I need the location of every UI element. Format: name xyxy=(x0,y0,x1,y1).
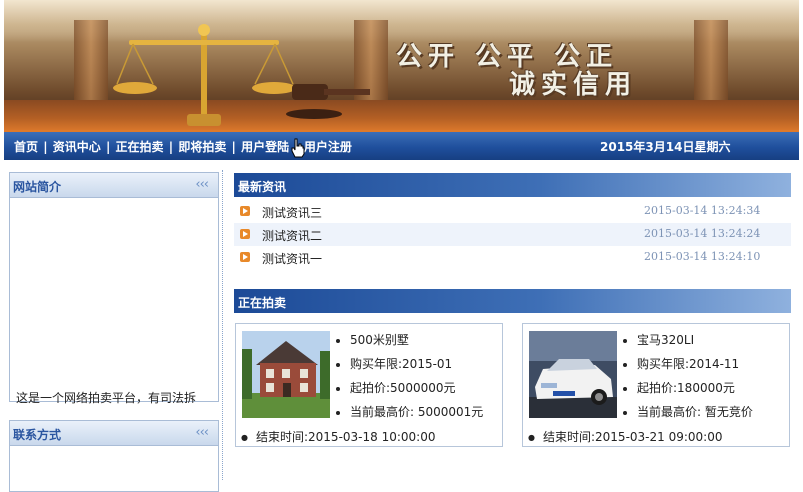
nav-item-news-center[interactable]: 资讯中心 xyxy=(53,140,101,154)
auction-end-time: 结束时间:2015-03-18 10:00:00 xyxy=(241,428,436,445)
news-title[interactable]: 测试资讯三 xyxy=(262,204,322,221)
collapse-arrows-icon[interactable]: ‹‹‹ xyxy=(195,177,209,192)
list-item[interactable]: 测试资讯三 2015-03-14 13:24:34 xyxy=(234,200,791,223)
nav-separator: | xyxy=(231,140,236,154)
nav-item-login[interactable]: 用户登陆 xyxy=(241,140,289,154)
bullet-arrow-icon xyxy=(240,206,250,216)
news-list: 测试资讯三 2015-03-14 13:24:34 测试资讯二 2015-03-… xyxy=(234,200,791,269)
scales-of-justice-icon xyxy=(113,24,296,126)
auction-purchase-years: 购买年限:2015-01 xyxy=(350,352,483,376)
auction-name[interactable]: 宝马320LI xyxy=(637,328,753,352)
list-item[interactable]: 测试资讯一 2015-03-14 13:24:10 xyxy=(234,246,791,269)
auction-card[interactable]: 500米别墅 购买年限:2015-01 起拍价:5000000元 当前最高价: … xyxy=(235,323,503,447)
column-divider xyxy=(222,170,223,480)
auction-start-price: 起拍价:180000元 xyxy=(637,376,753,400)
auction-details: 宝马320LI 购买年限:2014-11 起拍价:180000元 当前最高价: … xyxy=(619,328,753,424)
current-date: 2015年3月14日星期六 xyxy=(600,140,731,154)
site-intro-header: 网站简介 ‹‹‹ xyxy=(10,173,218,198)
nav-item-ongoing-auction[interactable]: 正在拍卖 xyxy=(116,140,164,154)
auction-start-price: 起拍价:5000000元 xyxy=(350,376,483,400)
nav-item-upcoming-auction[interactable]: 即将拍卖 xyxy=(178,140,226,154)
nav-item-register[interactable]: 用户注册 xyxy=(304,140,352,154)
nav-separator: | xyxy=(105,140,111,154)
bullet-arrow-icon xyxy=(240,252,250,262)
hand-cursor-icon xyxy=(291,138,305,158)
list-item[interactable]: 测试资讯二 2015-03-14 13:24:24 xyxy=(234,223,791,246)
main-nav: 首页 | 资讯中心 | 正在拍卖 | 即将拍卖 | 用户登陆 | 用户注册 20… xyxy=(4,130,799,160)
collapse-arrows-icon[interactable]: ‹‹‹ xyxy=(195,425,209,440)
auction-purchase-years: 购买年限:2014-11 xyxy=(637,352,753,376)
contact-title: 联系方式 xyxy=(13,428,62,442)
header-banner: 公开 公平 公正 诚实信用 xyxy=(4,0,799,130)
contact-panel: 联系方式 ‹‹‹ xyxy=(9,420,219,492)
auction-current-price: 当前最高价: 5000001元 xyxy=(350,400,483,424)
nav-item-home[interactable]: 首页 xyxy=(14,140,38,154)
auction-card[interactable]: 宝马320LI 购买年限:2014-11 起拍价:180000元 当前最高价: … xyxy=(522,323,790,447)
news-time: 2015-03-14 13:24:24 xyxy=(644,227,761,240)
banner-slogan-2: 诚实信用 xyxy=(509,70,638,100)
auction-details: 500米别墅 购买年限:2015-01 起拍价:5000000元 当前最高价: … xyxy=(332,328,483,424)
ongoing-auction-header: 正在拍卖 xyxy=(234,289,791,313)
site-intro-text: 这是一个网络拍卖平台，有司法拆 xyxy=(16,391,197,405)
nav-separator: | xyxy=(168,140,174,154)
latest-news-header: 最新资讯 xyxy=(234,173,791,197)
gavel-icon xyxy=(286,84,370,119)
auction-end-time: 结束时间:2015-03-21 09:00:00 xyxy=(528,428,723,445)
news-title[interactable]: 测试资讯二 xyxy=(262,227,322,244)
auction-current-price: 当前最高价: 暂无竞价 xyxy=(637,400,753,424)
auction-name[interactable]: 500米别墅 xyxy=(350,328,483,352)
site-intro-panel: 网站简介 ‹‹‹ 这是一个网络拍卖平台，有司法拆 xyxy=(9,172,219,405)
news-time: 2015-03-14 13:24:10 xyxy=(644,250,761,263)
house-photo[interactable] xyxy=(242,331,330,418)
news-title[interactable]: 测试资讯一 xyxy=(262,250,322,267)
latest-news-title: 最新资讯 xyxy=(238,180,287,194)
contact-header: 联系方式 ‹‹‹ xyxy=(10,421,218,446)
bullet-arrow-icon xyxy=(240,229,250,239)
ongoing-auction-title: 正在拍卖 xyxy=(238,296,287,310)
nav-separator: | xyxy=(43,140,52,154)
car-photo[interactable] xyxy=(529,331,617,418)
news-time: 2015-03-14 13:24:34 xyxy=(644,204,761,217)
site-intro-title: 网站简介 xyxy=(13,180,62,194)
